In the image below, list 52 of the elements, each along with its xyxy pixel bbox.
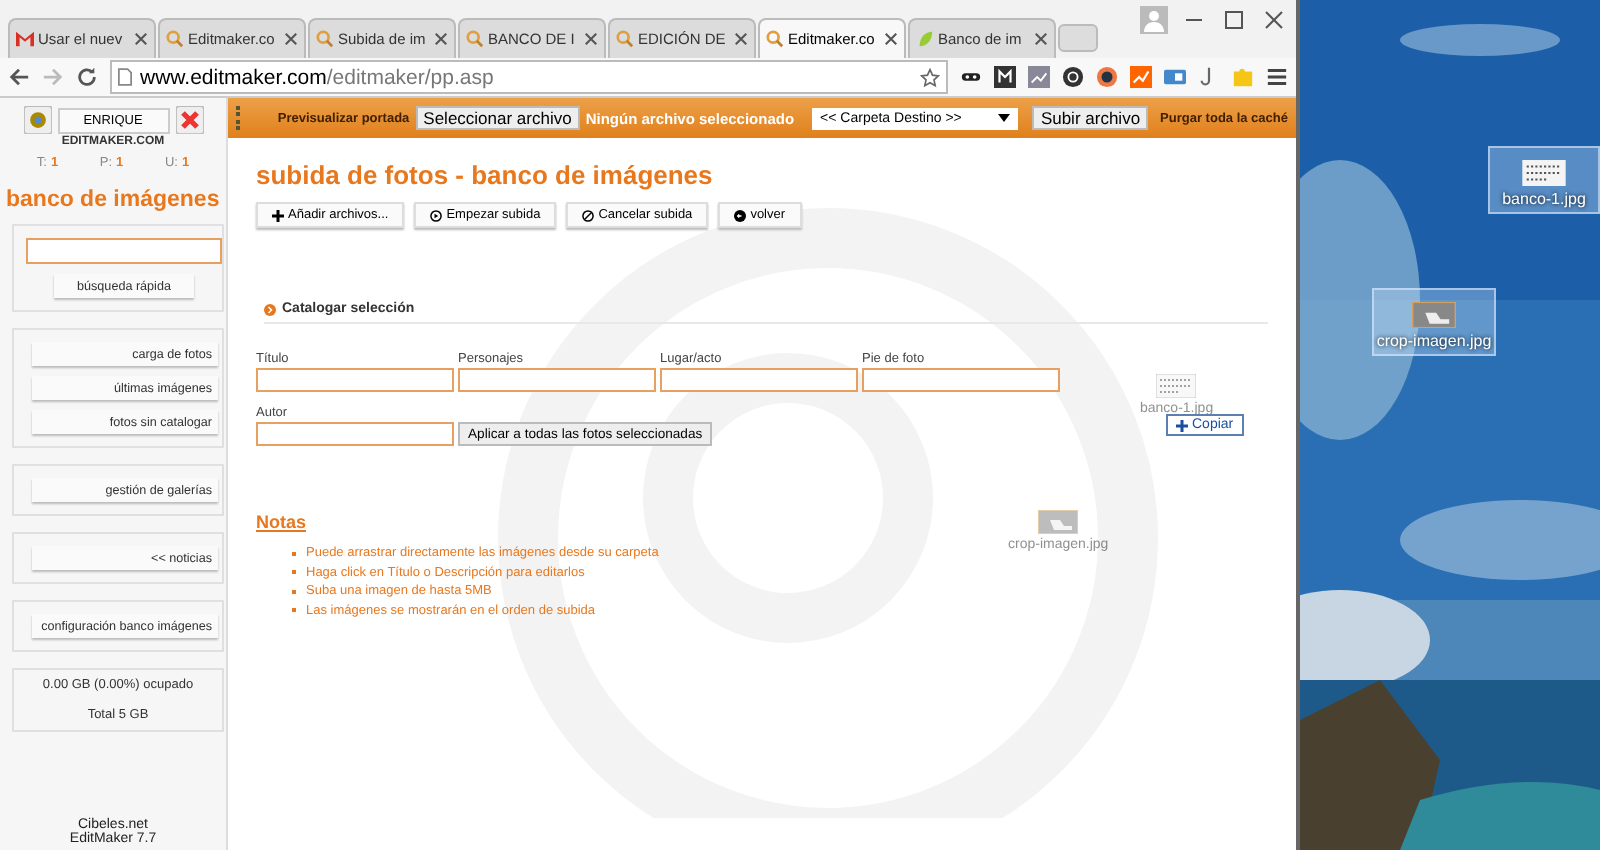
chart-icon[interactable]	[1028, 66, 1050, 88]
input-field[interactable]	[256, 368, 454, 392]
page-title: subida de fotos - banco de imágenes	[256, 160, 715, 190]
close-icon[interactable]	[1034, 32, 1048, 46]
notes-heading: Notas	[256, 512, 307, 532]
dropdown-caret-icon	[998, 114, 1011, 122]
back-circle-icon	[734, 209, 747, 221]
play-circle-icon	[430, 209, 443, 221]
page-icon	[118, 68, 132, 86]
section-title: banco de imágenes	[6, 186, 220, 216]
plus-icon	[1176, 419, 1188, 431]
maximize-icon[interactable]	[1220, 6, 1248, 34]
input-field[interactable]	[256, 422, 454, 446]
tag-icon[interactable]	[1164, 66, 1186, 88]
magnifier-icon	[466, 30, 484, 48]
plus-icon	[272, 209, 284, 221]
input-field[interactable]	[862, 368, 1060, 392]
input-field[interactable]	[458, 368, 656, 392]
upload-button[interactable]: Subir archivo	[1032, 106, 1149, 130]
image-thumbnail-icon	[1038, 510, 1079, 534]
file-button[interactable]: Seleccionar archivo	[415, 106, 580, 130]
magnifier-icon	[766, 30, 784, 48]
search-field[interactable]	[26, 238, 222, 264]
trend-icon[interactable]	[1130, 66, 1152, 88]
desktop-icon[interactable]: banco-1.jpg	[1488, 146, 1600, 214]
magnifier-icon	[616, 30, 634, 48]
cancel-icon	[582, 209, 595, 221]
url-text: www.editmaker.com/editmaker/pp.asp	[140, 65, 496, 89]
image-thumbnail-icon	[1156, 374, 1197, 398]
leaf-icon	[916, 30, 934, 48]
close-icon[interactable]	[284, 32, 298, 46]
gear-icon[interactable]	[23, 106, 51, 134]
ring-icon[interactable]	[1096, 66, 1118, 88]
grip-icon	[236, 106, 244, 130]
input-field[interactable]	[660, 368, 858, 392]
reload-icon[interactable]	[76, 66, 98, 88]
close-icon[interactable]	[884, 32, 898, 46]
star-icon[interactable]	[920, 67, 940, 87]
m-logo-icon[interactable]	[994, 66, 1016, 88]
mail-icon	[16, 30, 34, 48]
close-icon[interactable]	[175, 106, 203, 134]
close-icon[interactable]	[734, 32, 748, 46]
magnifier-icon	[316, 30, 334, 48]
close-icon[interactable]	[1260, 6, 1288, 34]
close-icon[interactable]	[434, 32, 448, 46]
back-icon[interactable]	[8, 66, 30, 88]
address-field[interactable]: www.editmaker.com/editmaker/pp.asp	[110, 60, 948, 94]
close-icon[interactable]	[584, 32, 598, 46]
magnifier-icon	[166, 30, 184, 48]
chevron-circle-icon	[264, 303, 276, 315]
close-icon[interactable]	[134, 32, 148, 46]
menu-icon[interactable]	[1266, 66, 1288, 88]
